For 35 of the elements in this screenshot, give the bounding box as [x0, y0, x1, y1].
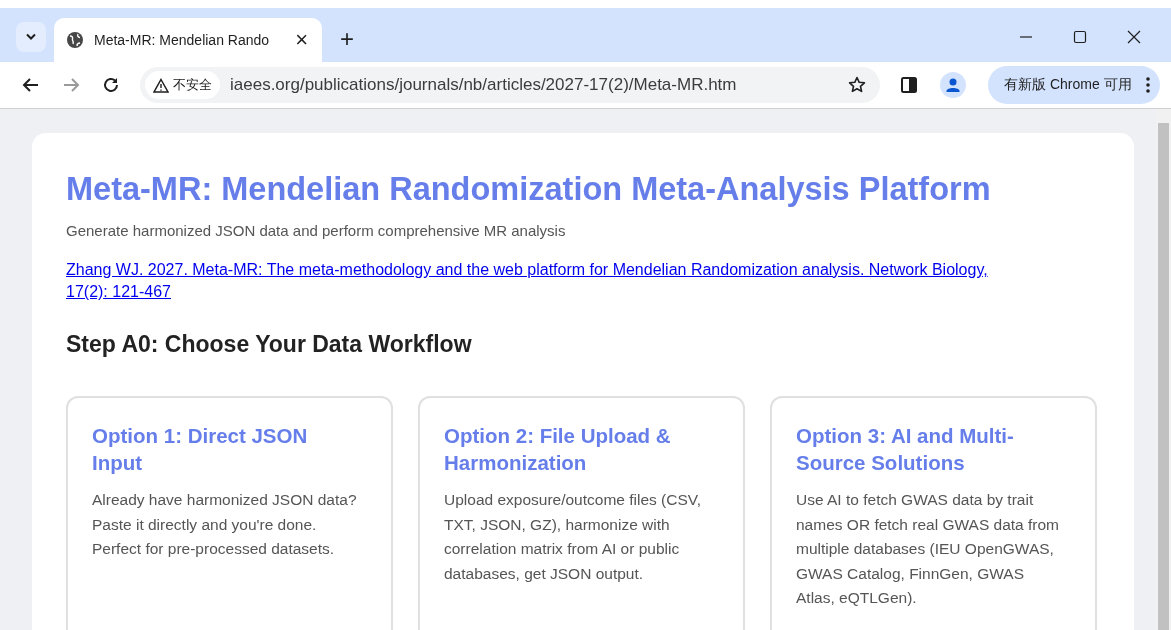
option-title: Option 3: AI and Multi-Source Solutions [796, 423, 1015, 476]
option-description: Use AI to fetch GWAS data by trait names OR fetch real GWAS data from multiple databases (IEU OpenGWAS, GWAS Catalog, FinnGen, GWAS Atlas, eQTLGen). [796, 490, 1060, 608]
page-title: Meta-MR: Mendelian Randomization Meta-Analysis Platform [66, 171, 992, 208]
url-text: iaees.org/publications/journals/nb/articles/2027-17(2)/Meta-MR.htm [230, 75, 737, 95]
option-card[interactable]: Option 3: AI and Multi-Source Solutions Use AI to fetch GWAS data by trait names OR fetch real GWAS data from multiple databases (IEU OpenGWAS, GWAS Catalog, FinnGen, GWAS Atlas, eQTLGen). [770, 396, 1097, 630]
forward-icon[interactable] [62, 76, 80, 94]
security-label: 不安全 [173, 76, 212, 94]
back-icon[interactable] [22, 76, 40, 94]
security-chip[interactable]: 不安全 [145, 71, 220, 99]
tab-title: Meta-MR: Mendelian Rando [94, 32, 271, 48]
tab-search-button[interactable] [16, 22, 46, 52]
citation-link[interactable]: Zhang WJ. 2027. Meta-MR: The meta-methodology and the web platform for Mendelian Randomization analysis. Network Biology, 17(2): 121-467 [66, 259, 1100, 303]
globe-icon [66, 31, 84, 49]
address-bar[interactable]: 不安全 iaees.org/publications/journals/nb/articles/2027-17(2)/Meta-MR.htm [140, 67, 880, 103]
option-title: Option 1: Direct JSON Input [92, 423, 309, 476]
option-description: Already have harmonized JSON data? Paste it directly and you're done. Perfect for pre-processed datasets. [92, 490, 358, 559]
new-tab-button[interactable]: + [334, 26, 360, 52]
step-heading: Step A0: Choose Your Data Workflow [66, 331, 473, 358]
option-description: Upload exposure/outcome files (CSV, TXT, JSON, GZ), harmonize with correlation matrix from AI or public databases, get JSON output. [444, 490, 703, 584]
close-tab-button[interactable]: × [293, 29, 310, 51]
reload-icon[interactable] [102, 76, 120, 94]
more-icon [1145, 77, 1150, 93]
browser-tab[interactable]: Meta-MR: Mendelian Rando × [54, 18, 322, 62]
option-card[interactable]: Option 1: Direct JSON Input Already have harmonized JSON data? Paste it directly and you're done. Perfect for pre-processed datasets. [66, 396, 393, 630]
profile-icon[interactable] [940, 72, 966, 98]
star-icon[interactable] [848, 76, 866, 94]
chevron-down-icon [25, 33, 37, 41]
side-panel-icon[interactable] [900, 76, 918, 94]
warning-icon [153, 77, 169, 93]
update-chrome-button[interactable]: 有新版 Chrome 可用 [988, 66, 1160, 104]
option-title: Option 2: File Upload & Harmonization [444, 423, 672, 476]
maximize-icon[interactable] [1073, 30, 1087, 44]
subtitle: Generate harmonized JSON data and perform comprehensive MR analysis [66, 222, 567, 239]
close-icon[interactable] [1127, 30, 1141, 44]
option-card[interactable]: Option 2: File Upload & Harmonization Upload exposure/outcome files (CSV, TXT, JSON, GZ), harmonize with correlation matrix from AI or public databases, get JSON output. [418, 396, 745, 630]
